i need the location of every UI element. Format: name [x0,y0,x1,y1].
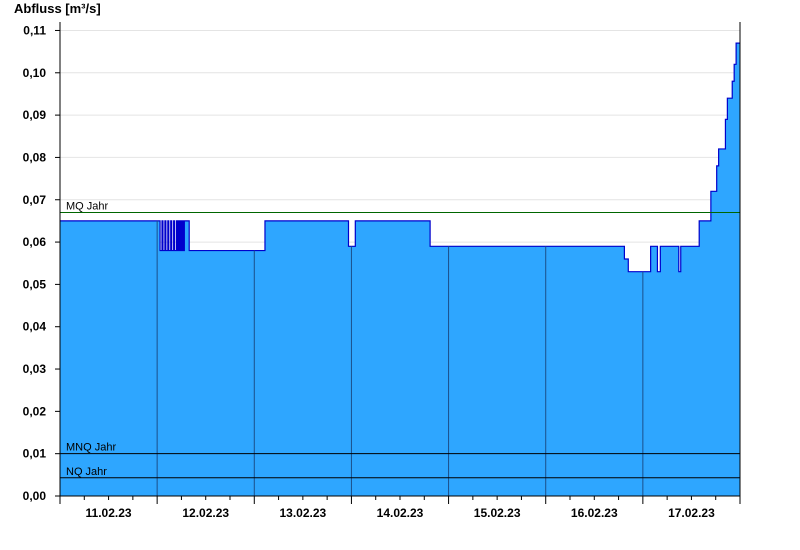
y-tick-label: 0,08 [23,150,47,164]
reference-line-label: MQ Jahr [66,200,109,212]
y-tick-label: 0,00 [23,489,47,503]
y-tick-label: 0,10 [23,66,47,80]
y-axis-label: Abfluss [m³/s] [14,1,101,16]
x-tick-label: 12.02.23 [182,506,229,520]
x-tick-label: 14.02.23 [377,506,424,520]
y-tick-label: 0,03 [23,362,47,376]
y-tick-label: 0,05 [23,277,47,291]
x-tick-label: 15.02.23 [474,506,521,520]
reference-line-label: MNQ Jahr [66,442,116,454]
y-tick-label: 0,04 [23,320,47,334]
y-tick-label: 0,02 [23,404,47,418]
discharge-chart: Abfluss [m³/s] MQ Jahr MNQ Jahr NQ Jahr 0,… [0,0,800,550]
x-tick-label: 16.02.23 [571,506,618,520]
reference-line-label: NQ Jahr [66,466,107,478]
y-tick-label: 0,09 [23,108,47,122]
y-tick-label: 0,11 [23,23,46,37]
x-tick-label: 11.02.23 [86,506,132,520]
x-tick-label: 13.02.23 [279,506,326,520]
y-tick-label: 0,06 [23,235,47,249]
x-tick-label: 17.02.23 [668,506,715,520]
y-tick-label: 0,01 [23,447,47,461]
y-tick-label: 0,07 [23,193,47,207]
